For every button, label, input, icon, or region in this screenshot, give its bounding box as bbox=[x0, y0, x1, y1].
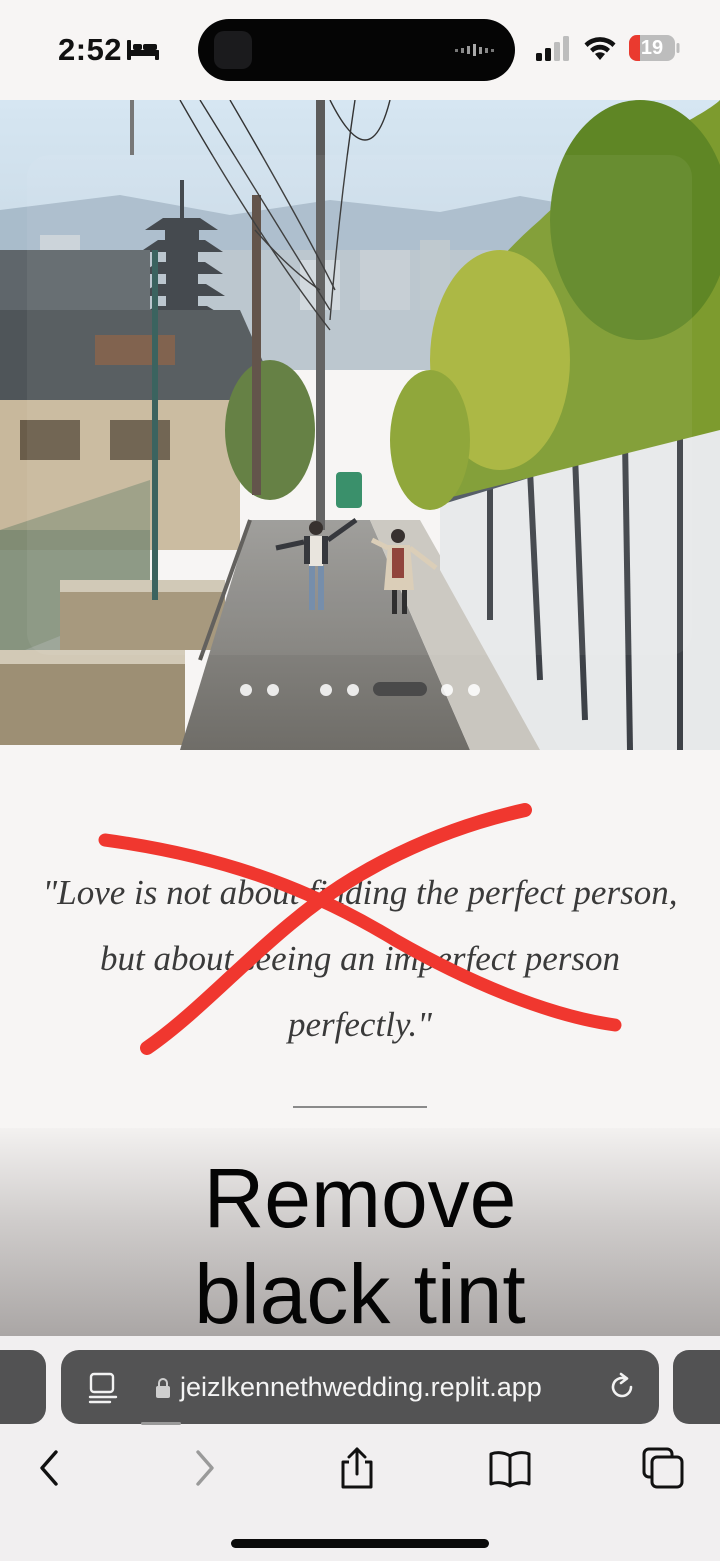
bed-icon bbox=[127, 40, 159, 60]
page-load-progress bbox=[141, 1422, 181, 1425]
hero-photo-carousel[interactable] bbox=[0, 100, 720, 750]
battery-level: 19 bbox=[640, 37, 664, 59]
quote-line: perfectly." bbox=[288, 1005, 432, 1044]
overlay-line: Remove bbox=[203, 1151, 517, 1245]
carousel-dot[interactable] bbox=[347, 684, 359, 696]
status-bar: 2:52 19 bbox=[0, 0, 720, 100]
hero-photo bbox=[0, 100, 720, 750]
wifi-icon bbox=[584, 37, 616, 60]
next-tab-peek[interactable] bbox=[673, 1350, 720, 1424]
quote-line: "Love is not about finding the perfect p… bbox=[42, 873, 678, 912]
previous-tab-peek[interactable] bbox=[0, 1350, 46, 1424]
carousel-dot[interactable] bbox=[267, 684, 279, 696]
love-quote: "Love is not about finding the perfect p… bbox=[20, 860, 700, 1058]
overlay-caption: Remove black tint bbox=[0, 1150, 720, 1342]
quote-line: but about seeing an imperfect person bbox=[99, 939, 621, 978]
section-divider bbox=[293, 1106, 427, 1108]
carousel-indicator[interactable] bbox=[0, 682, 720, 696]
carousel-dot-active[interactable] bbox=[373, 682, 427, 696]
audio-activity-icon bbox=[455, 44, 494, 56]
overlay-line: black tint bbox=[194, 1247, 526, 1341]
dynamic-island bbox=[198, 19, 515, 81]
carousel-dot[interactable] bbox=[441, 684, 453, 696]
bookmarks-icon[interactable] bbox=[488, 1446, 532, 1490]
url-text[interactable]: jeizlkennethwedding.replit.app bbox=[180, 1370, 542, 1404]
tabs-icon[interactable] bbox=[641, 1446, 685, 1490]
share-icon[interactable] bbox=[335, 1446, 379, 1490]
forward-icon[interactable] bbox=[182, 1446, 226, 1490]
status-time: 2:52 bbox=[58, 32, 123, 67]
address-bar[interactable]: jeizlkennethwedding.replit.app bbox=[61, 1350, 659, 1425]
reader-mode-icon[interactable] bbox=[88, 1372, 118, 1404]
lock-icon bbox=[156, 1378, 170, 1398]
back-icon[interactable] bbox=[28, 1446, 72, 1490]
home-indicator[interactable] bbox=[231, 1539, 489, 1548]
camera-indicator bbox=[214, 31, 252, 69]
carousel-dot[interactable] bbox=[468, 684, 480, 696]
carousel-dot[interactable] bbox=[240, 684, 252, 696]
reload-icon[interactable] bbox=[607, 1372, 637, 1402]
carousel-dot[interactable] bbox=[320, 684, 332, 696]
cellular-signal-icon bbox=[536, 36, 569, 61]
